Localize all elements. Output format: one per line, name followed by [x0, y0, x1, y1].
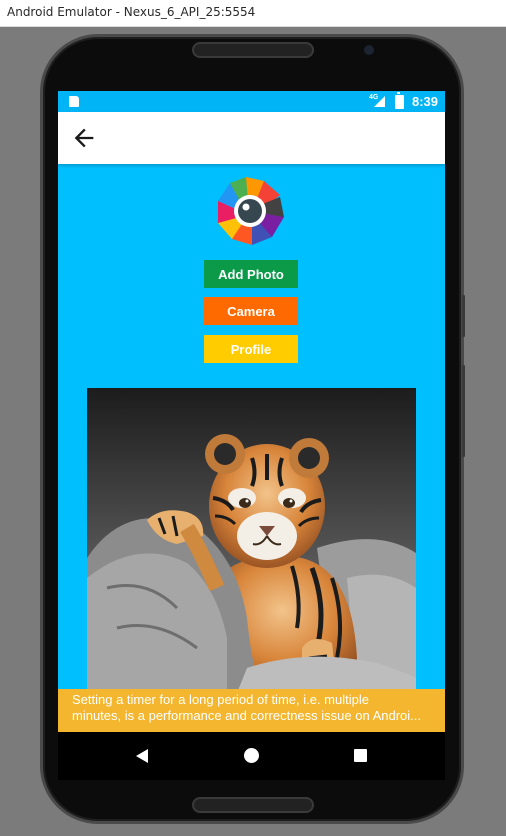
bottom-speaker	[192, 797, 314, 813]
camera-aperture-logo-icon	[218, 177, 284, 245]
home-icon[interactable]	[244, 748, 259, 763]
tiger-cub-photo	[87, 388, 416, 693]
app-toolbar	[58, 112, 445, 164]
arrow-back-icon	[74, 128, 94, 148]
navigation-bar	[58, 732, 445, 780]
toast-line-1: Setting a timer for a long period of tim…	[72, 692, 369, 707]
toast-message: Setting a timer for a long period of tim…	[58, 689, 445, 732]
front-camera	[364, 45, 374, 55]
emulator-title: Android Emulator - Nexus_6_API_25:5554	[7, 5, 256, 19]
back-button[interactable]	[70, 124, 98, 152]
top-speaker	[192, 42, 314, 58]
photo-illustration	[87, 388, 416, 693]
battery-charging-icon	[395, 92, 404, 109]
emulator-title-bar: Android Emulator - Nexus_6_API_25:5554	[0, 0, 506, 27]
sd-card-icon	[69, 96, 79, 107]
signal-icon	[374, 96, 385, 107]
device-screen: 4G 8:39 Add Photo Camera Profile Setting…	[58, 91, 445, 780]
toast-line-2: minutes, is a performance and correctnes…	[72, 708, 422, 723]
profile-button[interactable]: Profile	[204, 335, 298, 363]
back-icon[interactable]	[136, 749, 148, 763]
status-bar: 4G 8:39	[58, 91, 445, 112]
recents-icon[interactable]	[354, 749, 367, 762]
volume-button[interactable]	[462, 365, 465, 457]
camera-button[interactable]: Camera	[204, 297, 298, 325]
add-photo-button[interactable]: Add Photo	[204, 260, 298, 288]
status-clock: 8:39	[412, 94, 439, 109]
power-button[interactable]	[462, 295, 465, 337]
